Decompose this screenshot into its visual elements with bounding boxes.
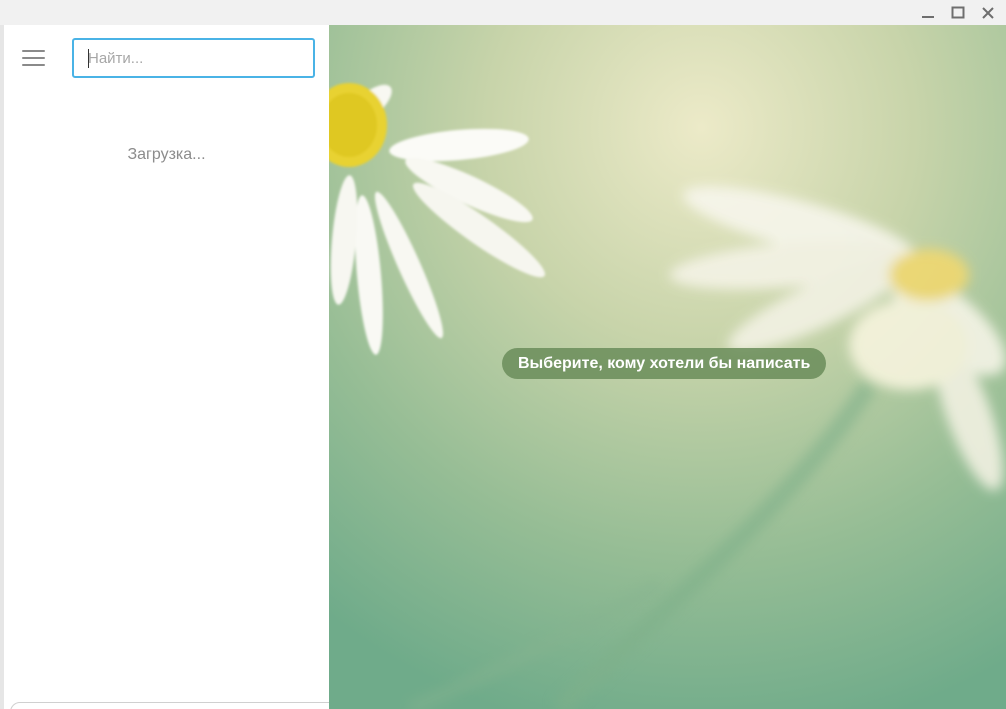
hamburger-menu-icon-line bbox=[22, 64, 45, 66]
app-window: Загрузка... bbox=[0, 0, 1006, 709]
maximize-icon bbox=[951, 6, 965, 18]
close-button[interactable] bbox=[974, 0, 1002, 25]
minimize-icon bbox=[922, 15, 934, 18]
chat-area-wallpaper: Выберите, кому хотели бы написать bbox=[329, 25, 1006, 709]
hamburger-menu-icon-line bbox=[22, 57, 45, 59]
loading-text: Загрузка... bbox=[127, 146, 206, 163]
title-bar bbox=[0, 0, 1006, 25]
dialogs-sidebar: Загрузка... bbox=[4, 25, 329, 709]
main-menu-button[interactable] bbox=[22, 45, 52, 71]
empty-chat-hint: Выберите, кому хотели бы написать bbox=[502, 348, 827, 379]
hamburger-menu-icon-line bbox=[22, 50, 45, 52]
maximize-button[interactable] bbox=[944, 0, 972, 25]
minimize-button[interactable] bbox=[914, 0, 942, 25]
close-icon bbox=[982, 6, 994, 19]
search-input[interactable] bbox=[74, 40, 313, 76]
text-caret bbox=[88, 49, 89, 68]
search-field[interactable] bbox=[72, 38, 315, 78]
